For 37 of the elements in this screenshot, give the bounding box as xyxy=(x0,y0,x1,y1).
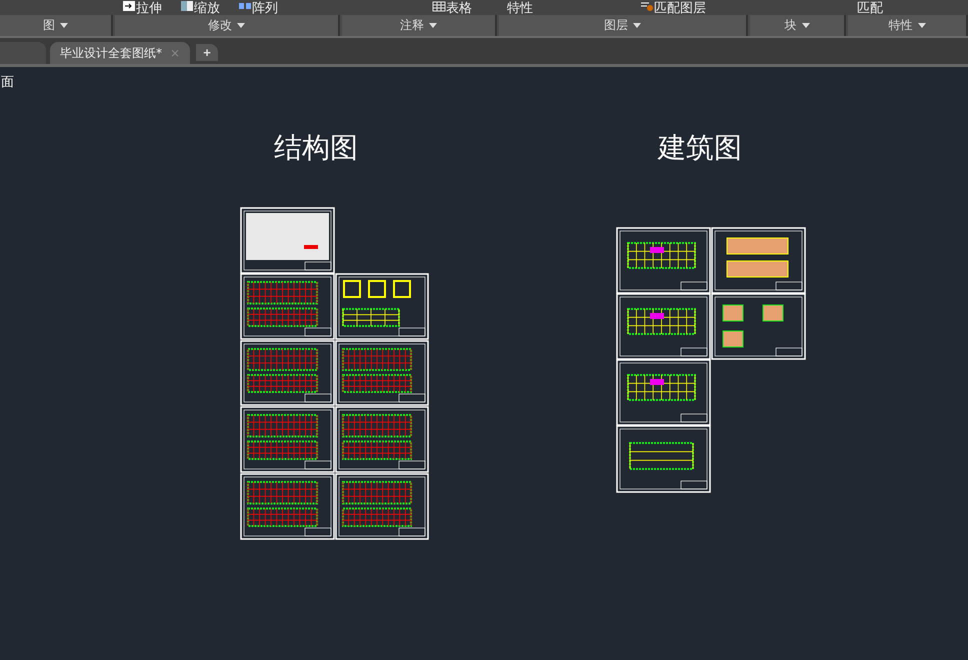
caret-icon xyxy=(237,23,245,28)
stretch-icon xyxy=(122,0,136,12)
panel-title-bar[interactable]: 特性 xyxy=(848,15,968,36)
caret-icon xyxy=(918,23,926,28)
ribbon-tool[interactable]: 拉伸 xyxy=(122,0,162,18)
table-icon xyxy=(432,0,446,12)
panel-title-bar[interactable]: 图 xyxy=(0,15,113,36)
caret-icon xyxy=(429,23,437,28)
array-icon xyxy=(238,0,252,12)
caret-icon xyxy=(60,23,68,28)
file-tab[interactable]: 毕业设计全套图纸* × xyxy=(50,42,190,64)
scale-icon xyxy=(180,0,194,12)
panel-title-bar[interactable]: 块 xyxy=(750,15,846,36)
panel-label: 特性 xyxy=(888,17,912,34)
ribbon-tool[interactable]: 特性 xyxy=(507,0,533,18)
panel-title-bar[interactable]: 修改 xyxy=(115,15,340,36)
panel-title-bar[interactable]: 注释 xyxy=(342,15,497,36)
caret-icon xyxy=(633,23,641,28)
panel-label: 修改 xyxy=(208,17,232,34)
ribbon-tool[interactable]: 缩放 xyxy=(180,0,220,18)
tab[interactable] xyxy=(0,42,46,64)
panel-label: 图 xyxy=(43,17,55,34)
ribbon-tool[interactable]: 阵列 xyxy=(238,0,278,18)
ribbon-tool[interactable]: 表格 xyxy=(432,0,472,18)
drawing-group-title: 结构图 xyxy=(274,130,358,166)
panel-label: 注释 xyxy=(400,17,424,34)
panel-title-bar[interactable]: 图层 xyxy=(499,15,748,36)
ribbon-tool[interactable]: 匹配图层 xyxy=(640,0,706,18)
brush-icon xyxy=(640,0,654,12)
new-tab-button[interactable]: + xyxy=(196,44,218,61)
tab-label: 毕业设计全套图纸* xyxy=(60,44,162,62)
caret-icon xyxy=(802,23,810,28)
drawing-group-title: 建筑图 xyxy=(658,130,742,166)
ribbon-tool[interactable]: 匹配 xyxy=(857,0,883,18)
canvas-text: 面 xyxy=(1,74,14,91)
panel-label: 图层 xyxy=(604,17,628,34)
panel-label: 块 xyxy=(784,17,796,34)
